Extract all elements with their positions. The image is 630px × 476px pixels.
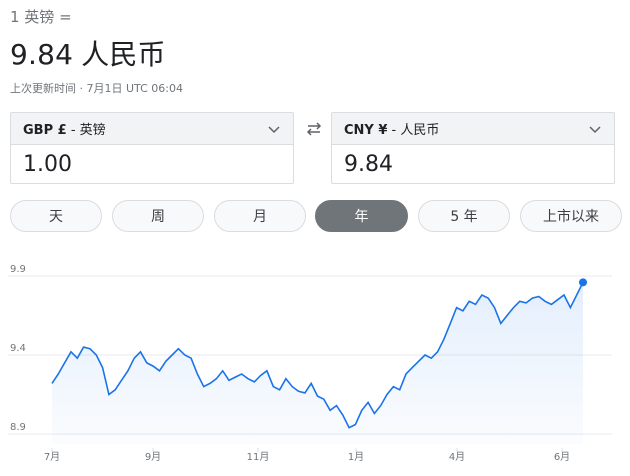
from-currency-select[interactable]: GBP £ - 英镑: [11, 113, 293, 145]
from-currency-label: GBP £ - 英镑: [23, 119, 106, 138]
y-tick-label: 9.9: [10, 264, 26, 275]
x-tick-label: 9月: [145, 451, 161, 463]
from-currency-code: GBP £: [23, 123, 67, 138]
tab-week[interactable]: 周: [112, 200, 204, 232]
to-currency-select[interactable]: CNY ¥ - 人民币: [332, 113, 614, 145]
result-currency: 人民币: [81, 38, 166, 71]
y-axis-labels: 9.9 9.4 8.9: [10, 264, 26, 433]
to-currency-name: - 人民币: [391, 123, 440, 138]
x-tick-label: 11月: [247, 451, 270, 463]
from-amount-text: 1 英镑 =: [10, 8, 72, 26]
time-range-tabs: 天 周 月 年 5 年 上市以来: [10, 200, 622, 234]
x-tick-label: 1月: [348, 451, 364, 463]
y-tick-label: 8.9: [10, 422, 26, 433]
x-tick-label: 7月: [44, 451, 60, 463]
exchange-rate-chart[interactable]: 9.9 9.4 8.9 7月 9月 11月 1月 4月 6月: [0, 258, 630, 476]
to-currency-code: CNY ¥: [344, 123, 388, 138]
chevron-down-icon: [268, 125, 280, 133]
from-amount-input[interactable]: 1.00: [11, 145, 293, 183]
result-value: 9.84: [10, 38, 74, 71]
to-currency-panel: CNY ¥ - 人民币 9.84: [331, 112, 615, 184]
last-updated-timestamp: 上次更新时间 · 7月1日 UTC 06:04: [10, 82, 183, 95]
series-end-point: [579, 278, 587, 287]
y-tick-label: 9.4: [10, 343, 26, 354]
tab-month[interactable]: 月: [214, 200, 306, 232]
tab-year[interactable]: 年: [315, 200, 408, 232]
tab-day[interactable]: 天: [10, 200, 102, 232]
x-tick-label: 6月: [554, 451, 570, 463]
result-display: 9.84 人民币: [10, 33, 166, 73]
from-currency-panel: GBP £ - 英镑 1.00: [10, 112, 294, 184]
x-axis-labels: 7月 9月 11月 1月 4月 6月: [44, 448, 570, 463]
swap-icon[interactable]: [303, 118, 325, 140]
tab-five-years[interactable]: 5 年: [418, 200, 510, 232]
from-currency-name: - 英镑: [70, 123, 106, 138]
x-tick-label: 4月: [449, 451, 465, 463]
to-amount-input[interactable]: 9.84: [332, 145, 614, 183]
tab-all-time[interactable]: 上市以来: [520, 200, 622, 232]
chevron-down-icon: [589, 125, 601, 133]
to-currency-label: CNY ¥ - 人民币: [344, 119, 439, 138]
